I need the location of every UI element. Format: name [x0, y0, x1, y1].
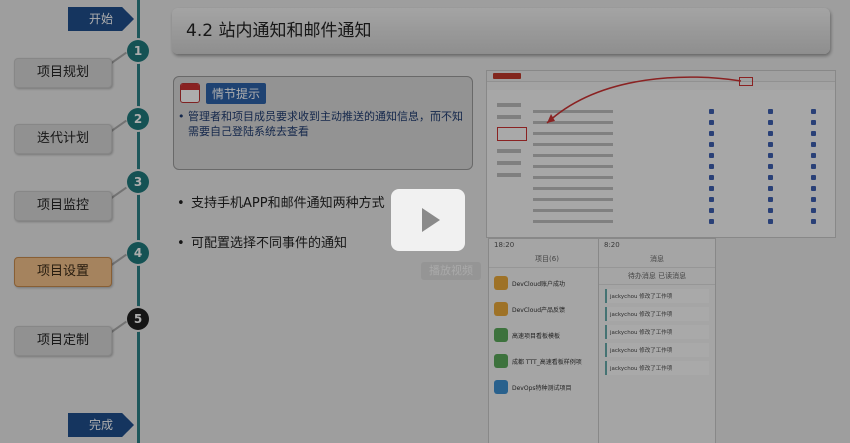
step-connector [109, 119, 127, 133]
project-icon [494, 328, 508, 342]
tip-label: 情节提示 [206, 82, 267, 104]
message-item: jackychou 修改了工作项 [605, 307, 709, 321]
project-name: DevCloud账户成功 [512, 280, 566, 288]
phone-header: 消息 [599, 251, 715, 268]
tip-header: 情节提示 [180, 82, 267, 104]
end-flag[interactable]: 完成 [68, 413, 134, 437]
play-icon [422, 208, 440, 232]
step-number-1: 1 [127, 40, 149, 62]
web-sidebar [497, 95, 527, 185]
step-number-2: 2 [127, 108, 149, 130]
list-item: DevCloud账户成功 [494, 272, 600, 294]
message-item: jackychou 修改了工作项 [605, 325, 709, 339]
calendar-icon [180, 83, 200, 103]
step-button-iteration-plan[interactable]: 迭代计划 [14, 124, 112, 154]
timeline-line [137, 0, 140, 443]
project-name: DevCloud产品反馈 [512, 306, 566, 314]
tip-box: 情节提示 管理者和项目成员要求收到主动推送的通知信息，而不知需要自己登陆系统去查… [173, 76, 473, 170]
step-connector [109, 253, 127, 267]
list-item: 成都 TTT_高速看板样例项 [494, 350, 600, 372]
brand-logo [493, 73, 521, 79]
step-button-project-settings[interactable]: 项目设置 [14, 257, 112, 287]
tip-text: 管理者和项目成员要求收到主动推送的通知信息，而不知需要自己登陆系统去查看 [178, 109, 464, 139]
slide-title: 4.2 站内通知和邮件通知 [172, 8, 830, 54]
phone-tabs: 待办消息 已读消息 [599, 268, 715, 285]
step-number-4: 4 [127, 242, 149, 264]
highlight-arrow-icon [546, 76, 742, 124]
play-button[interactable] [391, 189, 465, 251]
list-item: DevCloud产品反馈 [494, 298, 600, 320]
project-icon [494, 354, 508, 368]
project-icon [494, 302, 508, 316]
project-icon [494, 276, 508, 290]
selected-menu-item [497, 127, 527, 141]
bullet-item: • 可配置选择不同事件的通知 [177, 236, 348, 251]
phone-status-bar: 8:20 [604, 241, 620, 249]
list-item: 高速项目看板模板 [494, 324, 600, 346]
step-button-project-planning[interactable]: 项目规划 [14, 58, 112, 88]
project-name: 高速项目看板模板 [512, 332, 561, 340]
bullet-text: 可配置选择不同事件的通知 [191, 236, 348, 251]
project-icon [494, 380, 508, 394]
mobile-messages-screenshot: 8:20 消息 待办消息 已读消息 jackychou 修改了工作项 jacky… [598, 238, 716, 443]
step-button-project-customization[interactable]: 项目定制 [14, 326, 112, 356]
project-name: 成都 TTT_高速看板样例项 [512, 358, 582, 366]
step-number-3: 3 [127, 171, 149, 193]
start-flag[interactable]: 开始 [68, 7, 134, 31]
step-connector [109, 186, 127, 200]
phone-status-bar: 18:20 [494, 241, 515, 249]
step-button-project-monitoring[interactable]: 项目监控 [14, 191, 112, 221]
phone-header: 项目(6) [489, 251, 605, 268]
step-number-5: 5 [127, 308, 149, 330]
course-navigation: 开始 完成 1 2 3 4 5 项目规划 迭代计划 项目监控 项目设置 项目定制 [0, 0, 160, 443]
mobile-projects-screenshot: 18:20 项目(6) DevCloud账户成功 DevCloud产品反馈 高速… [488, 238, 606, 443]
step-connector [109, 320, 127, 334]
settings-highlight [739, 77, 753, 86]
notification-settings-screenshot [486, 70, 836, 238]
message-item: jackychou 修改了工作项 [605, 343, 709, 357]
message-item: jackychou 修改了工作项 [605, 361, 709, 375]
step-connector [109, 51, 127, 65]
message-item: jackychou 修改了工作项 [605, 289, 709, 303]
project-name: DevOps特种测试项目 [512, 384, 572, 392]
bullet-text: 支持手机APP和邮件通知两种方式 [191, 196, 385, 211]
list-item: DevOps特种测试项目 [494, 376, 600, 398]
lesson-slide: 开始 完成 1 2 3 4 5 项目规划 迭代计划 项目监控 项目设置 项目定制… [0, 0, 850, 443]
bullet-item: • 支持手机APP和邮件通知两种方式 [177, 196, 385, 211]
playback-button[interactable]: 播放视频 [421, 262, 481, 280]
